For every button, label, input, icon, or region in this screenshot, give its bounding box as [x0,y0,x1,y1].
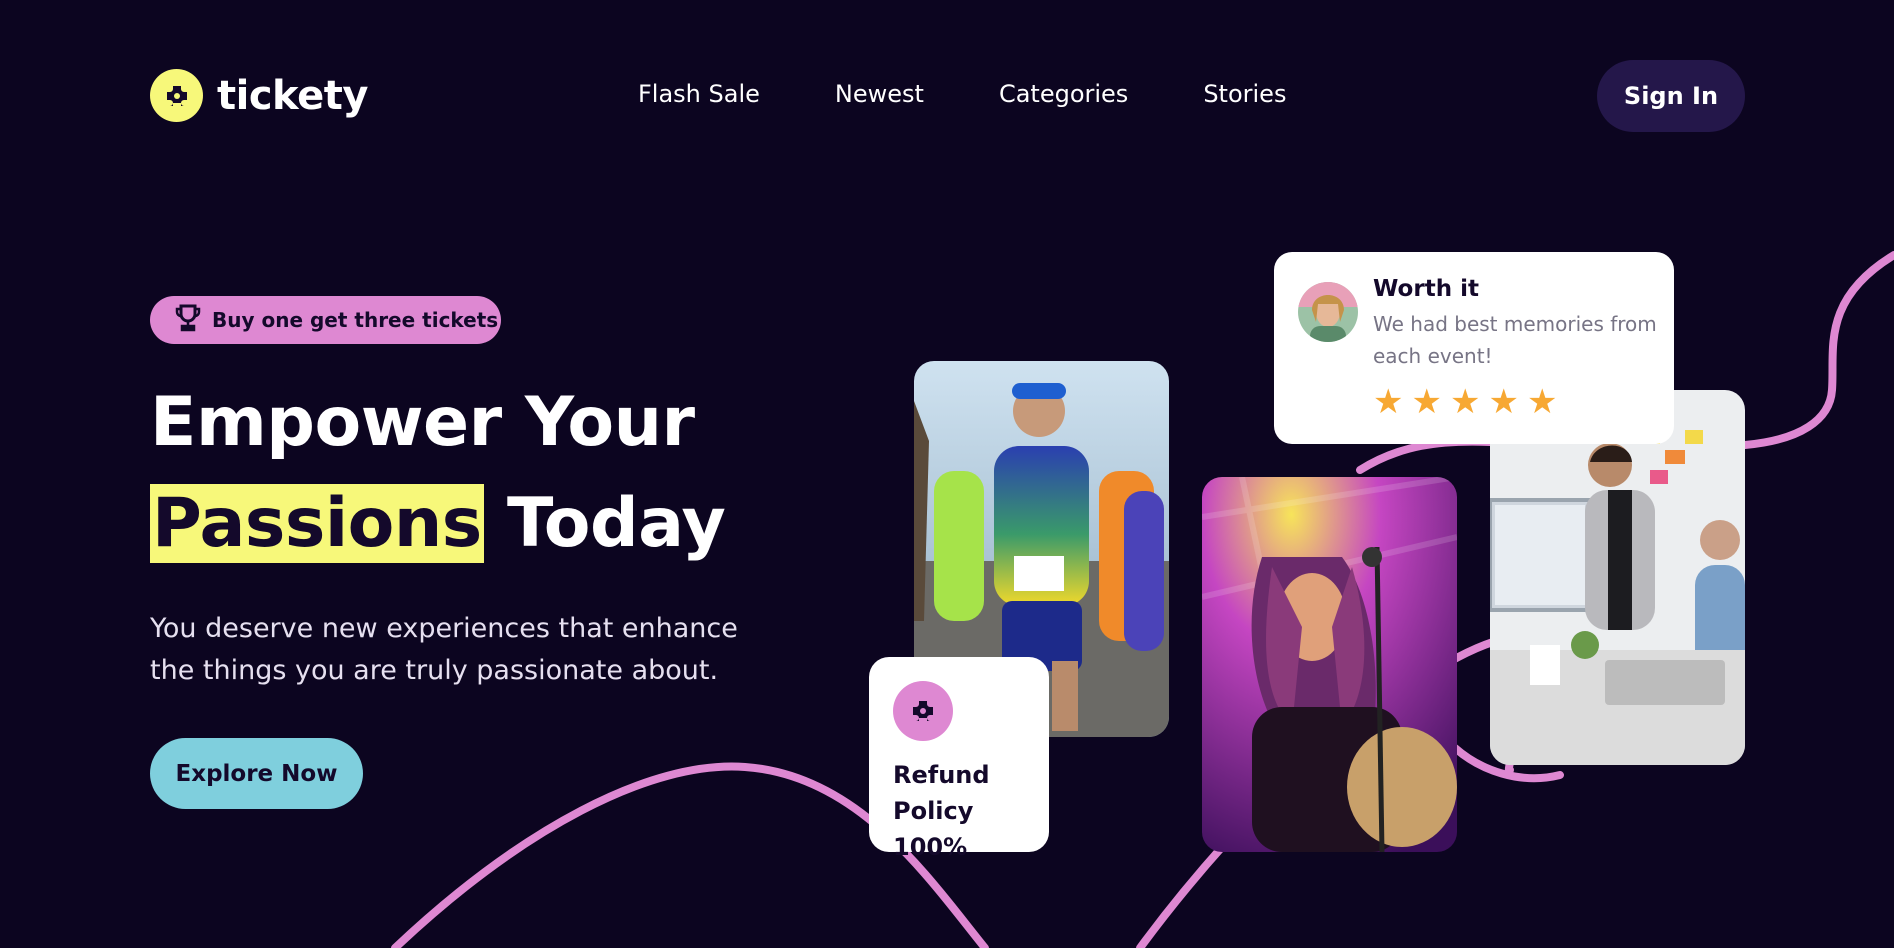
promo-badge-text: Buy one get three tickets [212,308,499,332]
singer-photo [1202,477,1457,852]
nav-categories[interactable]: Categories [999,80,1128,108]
star-icon: ★ [1373,382,1404,422]
nav-stories[interactable]: Stories [1203,80,1286,108]
puzzle-icon [150,69,203,122]
puzzle-icon [893,681,953,741]
hero-headline: Empower Your Passions Today [150,376,870,578]
star-icon: ★ [1526,382,1558,422]
review-title: Worth it [1373,276,1479,302]
sign-in-button[interactable]: Sign In [1597,60,1745,132]
star-icon: ★ [1411,382,1442,422]
trophy-icon [174,303,202,337]
headline-line-2: Passions Today [150,470,870,578]
brand-logo[interactable]: tickety [150,69,368,122]
review-text: We had best memories from each event! [1373,312,1657,368]
nav-flash-sale[interactable]: Flash Sale [638,80,760,108]
site-header: tickety Flash Sale Newest Categories Sto… [150,60,1745,132]
meeting-photo [1490,390,1745,765]
nav-newest[interactable]: Newest [835,80,924,108]
hero-subtext: You deserve new experiences that enhance… [150,613,738,686]
landing-page: tickety Flash Sale Newest Categories Sto… [0,0,1894,948]
star-rating: ★ ★ ★ ★ ★ [1373,384,1557,420]
brand-name: tickety [217,72,368,119]
star-icon: ★ [1449,382,1481,422]
avatar [1298,282,1358,342]
refund-text: Refund Policy 100% [893,761,990,861]
review-card: Worth it We had best memories from each … [1274,252,1674,444]
headline-line-1: Empower Your [150,383,695,462]
main-nav: Flash Sale Newest Categories Stories [638,80,1286,108]
star-icon: ★ [1488,382,1519,422]
headline-highlight: Passions [150,484,484,563]
refund-card: Refund Policy 100% [869,657,1049,861]
promo-badge: Buy one get three tickets [150,296,501,344]
explore-now-button[interactable]: Explore Now [150,738,363,809]
headline-line-2-rest: Today [483,484,726,563]
